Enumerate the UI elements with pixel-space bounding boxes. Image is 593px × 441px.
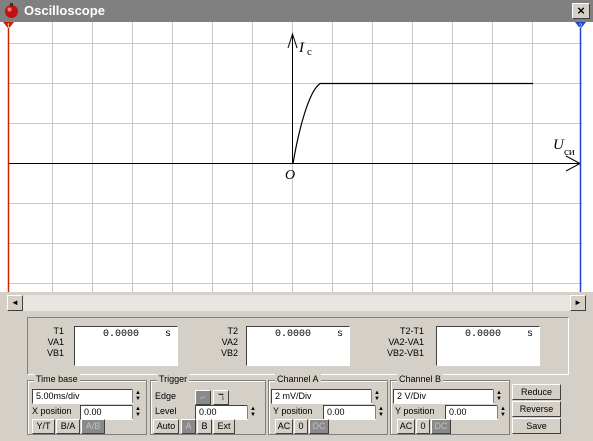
level-spinner[interactable]: ▲ ▼: [247, 406, 258, 419]
t2-label: T2: [227, 326, 238, 336]
va1-label: VA1: [47, 337, 64, 347]
t2-t1-label: T2-T1: [399, 326, 424, 336]
channel-a-ypos-label: Y position: [273, 406, 313, 416]
level-label: Level: [155, 406, 177, 416]
timebase-select[interactable]: 5.00ms/div: [32, 389, 133, 404]
channel-b-scale-select[interactable]: 2 V/Div: [393, 389, 494, 404]
channel-b-ypos-spinner[interactable]: ▲ ▼: [497, 406, 508, 419]
channel-a-ypos-spinner[interactable]: ▲ ▼: [375, 406, 386, 419]
edge-rising-button[interactable]: ⌐: [195, 390, 211, 405]
close-button[interactable]: ×: [572, 3, 590, 19]
t1-readout: 0.0000 s: [74, 326, 178, 366]
channel-b-ypos-input[interactable]: 0.00: [445, 405, 498, 420]
vb2-label: VB2: [220, 348, 238, 358]
timebase-group: Time base 5.00ms/div ▲ ▼ X position 0.00 …: [27, 374, 147, 435]
level-input[interactable]: 0.00: [195, 405, 248, 420]
va2-va1-label: VA2-VA1: [388, 337, 424, 347]
oscilloscope-app-icon: [5, 3, 18, 18]
channel-b-ac-button[interactable]: AC: [397, 419, 415, 434]
edge-falling-button[interactable]: ℸ: [213, 390, 229, 405]
timebase-title: Time base: [34, 374, 80, 384]
t2-value: 0.0000: [275, 329, 312, 340]
origin-label: O: [285, 168, 295, 183]
timebase-spinner[interactable]: ▲ ▼: [132, 390, 143, 403]
vb2-vb1-label: VB2-VB1: [386, 348, 424, 358]
trigger-b-button[interactable]: B: [197, 419, 212, 434]
measurement-panel: T1 VA1 VB1 0.0000 s T2 VA2 VB2 0.0000 s …: [27, 317, 569, 375]
grid: [8, 22, 582, 292]
channel-a-scale-spinner[interactable]: ▲ ▼: [371, 390, 382, 403]
channel-a-group: Channel A 2 mV/Div ▲ ▼ Y position 0.00 ▲ ▼…: [268, 374, 388, 435]
channel-a-dc-button[interactable]: DC: [309, 419, 329, 434]
window-title: Oscilloscope: [24, 3, 105, 18]
x-axis-subscript: си: [564, 146, 575, 158]
reverse-button[interactable]: Reverse: [512, 401, 561, 417]
trigger-group: Trigger Edge ⌐ ℸ Level 0.00 ▲ ▼ Auto A B …: [150, 374, 266, 435]
va2-label: VA2: [221, 337, 238, 347]
trigger-a-button[interactable]: A: [181, 419, 196, 434]
vb1-label: VB1: [46, 348, 64, 358]
channel-a-ac-button[interactable]: AC: [275, 419, 293, 434]
t1-value: 0.0000: [103, 329, 140, 340]
reduce-button[interactable]: Reduce: [512, 384, 561, 400]
channel-b-ypos-label: Y position: [395, 406, 435, 416]
y-axis-subscript: c: [307, 46, 312, 58]
trigger-title: Trigger: [157, 374, 190, 384]
t2-unit: s: [337, 329, 344, 340]
scope-display: 1 2 I c U си O: [3, 22, 586, 292]
channel-a-title: Channel A: [275, 374, 321, 384]
t2-readout: 0.0000 s: [246, 326, 350, 366]
channel-b-dc-button[interactable]: DC: [431, 419, 451, 434]
scroll-left-button[interactable]: ◄: [7, 295, 23, 311]
channel-b-scale-spinner[interactable]: ▲ ▼: [493, 390, 504, 403]
trigger-ext-button[interactable]: Ext: [213, 419, 235, 434]
t1-label: T1: [53, 326, 64, 336]
yt-button[interactable]: Y/T: [32, 419, 55, 434]
channel-a-ypos-input[interactable]: 0.00: [323, 405, 376, 420]
title-bar: Oscilloscope ×: [0, 0, 593, 22]
channel-b-zero-button[interactable]: 0: [416, 419, 430, 434]
t2-t1-value: 0.0000: [465, 329, 502, 340]
oscilloscope-screen[interactable]: 1 2 I c U си O: [0, 22, 593, 292]
ba-button[interactable]: B/A: [56, 419, 80, 434]
channel-a-zero-button[interactable]: 0: [294, 419, 308, 434]
channel-b-group: Channel B 2 V/Div ▲ ▼ Y position 0.00 ▲ ▼ …: [390, 374, 510, 435]
ab-button[interactable]: A/B: [81, 419, 105, 434]
y-axis-label: I: [298, 40, 305, 56]
x-position-spinner[interactable]: ▲ ▼: [132, 406, 143, 419]
t2-t1-readout: 0.0000 s: [436, 326, 540, 366]
trigger-auto-button[interactable]: Auto: [153, 419, 179, 434]
channel-a-scale-select[interactable]: 2 mV/Div: [271, 389, 372, 404]
scroll-right-button[interactable]: ►: [570, 295, 586, 311]
x-position-input[interactable]: 0.00: [80, 405, 133, 420]
edge-label: Edge: [155, 391, 177, 401]
save-button[interactable]: Save: [512, 418, 561, 434]
x-position-label: X position: [32, 406, 72, 416]
t1-unit: s: [165, 329, 172, 340]
channel-b-title: Channel B: [397, 374, 444, 384]
horizontal-scrollbar[interactable]: ◄ ►: [7, 295, 586, 311]
t2-t1-unit: s: [527, 329, 534, 340]
